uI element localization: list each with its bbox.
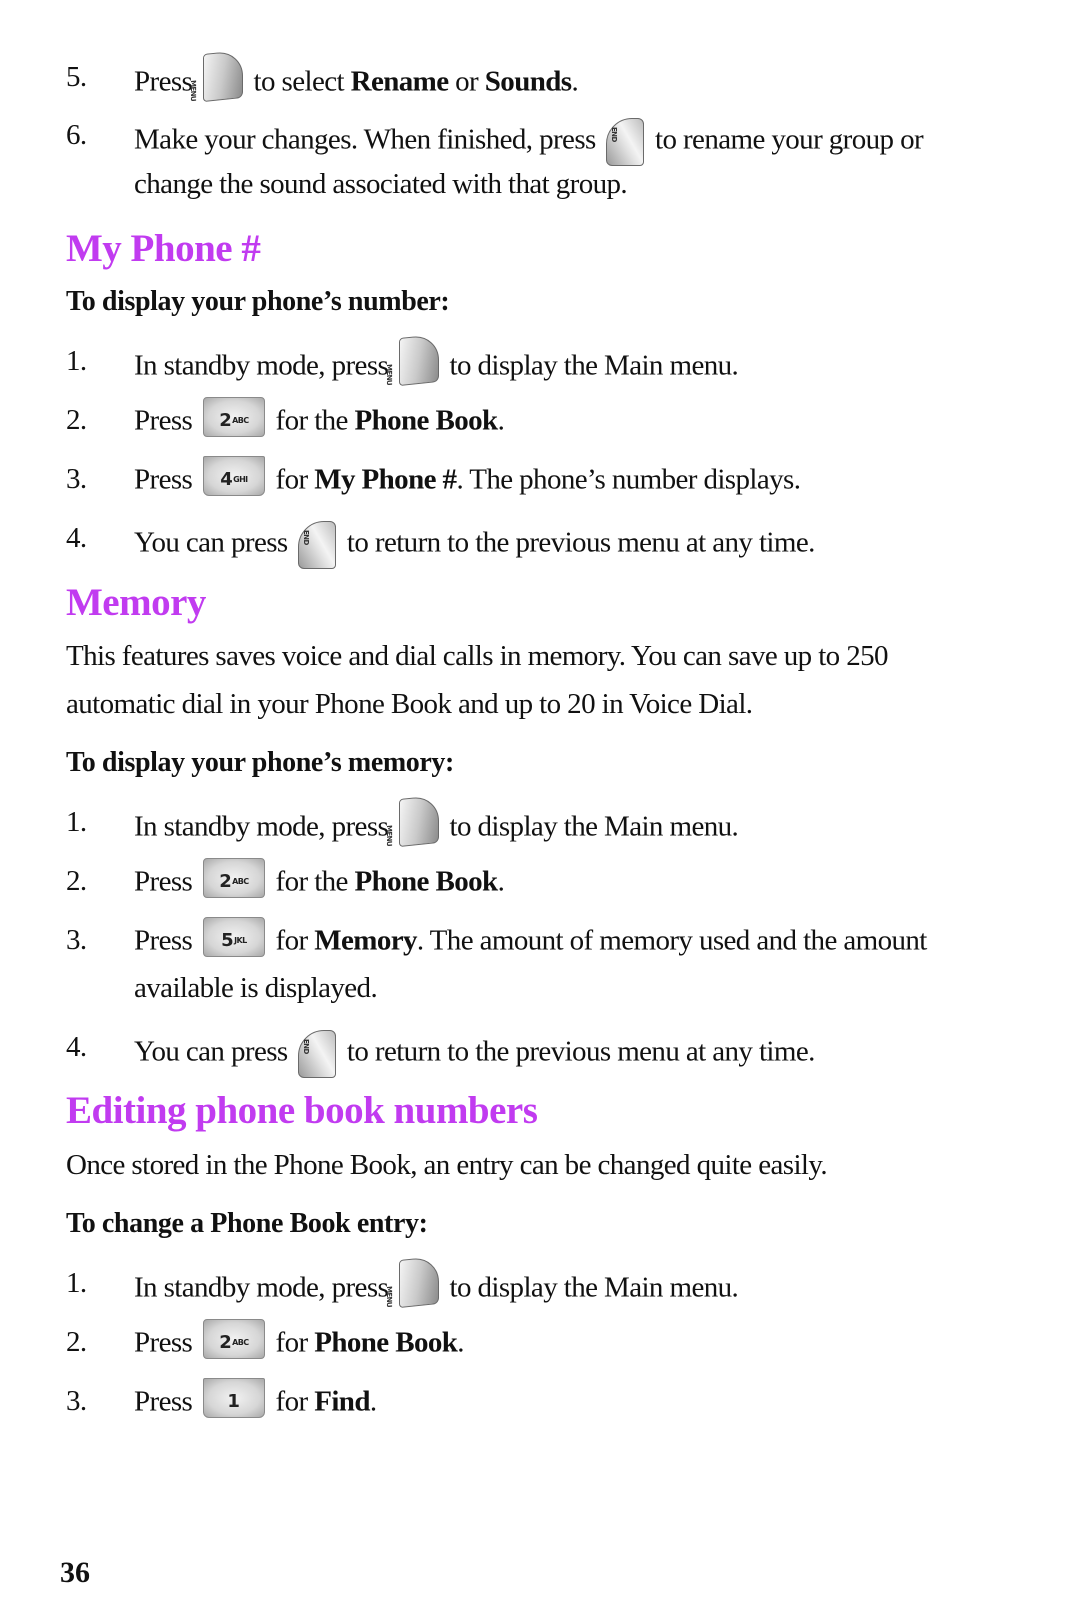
step-text: for the bbox=[268, 404, 355, 437]
step-text: In standby mode, press bbox=[134, 349, 395, 382]
step-text: to display the Main menu. bbox=[442, 810, 739, 843]
option-sounds: Sounds bbox=[484, 65, 572, 98]
step-number: 2. bbox=[66, 865, 87, 897]
key-2-icon: 2ABC bbox=[202, 397, 265, 437]
step-text: for the bbox=[268, 865, 355, 898]
step-text: change the sound associated with that gr… bbox=[134, 168, 628, 200]
step-text: to rename your group or bbox=[648, 123, 924, 156]
key-digit: 1 bbox=[227, 1391, 240, 1412]
menu-name: Phone Book bbox=[354, 865, 498, 898]
end-key-icon bbox=[298, 521, 337, 569]
step-text: In standby mode, press bbox=[134, 1271, 395, 1304]
step-text: In standby mode, press bbox=[134, 810, 395, 843]
step-number: 5. bbox=[66, 61, 87, 93]
menu-name: Phone Book bbox=[354, 404, 498, 437]
subheading-change-entry: To change a Phone Book entry: bbox=[66, 1208, 428, 1239]
step-text: Press bbox=[134, 463, 199, 496]
key-1-icon: 1 bbox=[202, 1378, 265, 1418]
step-text: Press bbox=[134, 865, 199, 898]
subheading-display-number: To display your phone’s number: bbox=[66, 286, 450, 317]
step-text: . bbox=[457, 1326, 464, 1359]
step-number: 1. bbox=[66, 806, 87, 838]
key-letters: JKL bbox=[234, 936, 247, 945]
paragraph-text: Once stored in the Phone Book, an entry … bbox=[66, 1149, 828, 1181]
key-digit: 4 bbox=[220, 469, 233, 490]
menu-name: Find bbox=[314, 1385, 370, 1418]
step-text: to return to the previous menu at any ti… bbox=[340, 526, 815, 559]
page-number: 36 bbox=[60, 1556, 90, 1589]
step-number: 1. bbox=[66, 1267, 87, 1299]
step-number: 3. bbox=[66, 463, 87, 495]
step-number: 2. bbox=[66, 404, 87, 436]
step-text: Press bbox=[134, 924, 199, 957]
step-text: to display the Main menu. bbox=[442, 1271, 739, 1304]
subheading-display-memory: To display your phone’s memory: bbox=[66, 747, 454, 778]
step-text: for bbox=[268, 463, 315, 496]
menu-name: My Phone # bbox=[314, 463, 457, 496]
step-text: . bbox=[369, 1385, 377, 1418]
end-key-icon bbox=[606, 118, 645, 166]
step-text: . The phone’s number displays. bbox=[456, 463, 801, 496]
step-number: 4. bbox=[66, 1031, 87, 1063]
step-number: 3. bbox=[66, 924, 87, 956]
key-digit: 2 bbox=[219, 871, 232, 892]
end-key-icon bbox=[298, 1030, 337, 1078]
key-digit: 2 bbox=[219, 410, 232, 431]
step-text: to select bbox=[246, 65, 351, 98]
menu-name: Memory bbox=[314, 924, 417, 957]
step-text: Make your changes. When finished, press bbox=[134, 123, 603, 156]
menu-key-icon bbox=[398, 333, 439, 387]
menu-key-icon bbox=[202, 49, 243, 103]
key-letters: ABC bbox=[232, 877, 249, 886]
option-rename: Rename bbox=[350, 65, 449, 98]
step-number: 4. bbox=[66, 522, 87, 554]
step-number: 1. bbox=[66, 345, 87, 377]
step-number: 3. bbox=[66, 1385, 87, 1417]
step-text: Press bbox=[134, 1326, 199, 1359]
key-2-icon: 2ABC bbox=[202, 1319, 265, 1359]
step-text: to display the Main menu. bbox=[442, 349, 739, 382]
key-4-icon: 4GHI bbox=[202, 456, 265, 496]
step-text: for bbox=[268, 1385, 315, 1418]
step-text: . bbox=[497, 865, 505, 898]
step-text: You can press bbox=[134, 526, 295, 559]
key-letters: ABC bbox=[232, 1338, 249, 1347]
step-text: Press bbox=[134, 1385, 199, 1418]
key-2-icon: 2ABC bbox=[202, 858, 265, 898]
step-text: . bbox=[571, 65, 579, 98]
step-number: 6. bbox=[66, 119, 87, 151]
menu-key-icon bbox=[398, 794, 439, 848]
step-text: available is displayed. bbox=[134, 972, 378, 1004]
section-title-memory: Memory bbox=[66, 581, 206, 624]
step-text: . The amount of memory used and the amou… bbox=[416, 924, 927, 957]
menu-name: Phone Book bbox=[314, 1326, 458, 1359]
step-number: 2. bbox=[66, 1326, 87, 1358]
step-text: Press bbox=[134, 404, 199, 437]
key-5-icon: 5JKL bbox=[202, 917, 265, 957]
step-text: for bbox=[268, 924, 315, 957]
step-text: for bbox=[268, 1326, 315, 1359]
section-title-my-phone: My Phone # bbox=[66, 227, 261, 270]
section-title-editing: Editing phone book numbers bbox=[66, 1089, 538, 1132]
key-digit: 5 bbox=[221, 930, 234, 951]
step-text: You can press bbox=[134, 1035, 295, 1068]
step-text: or bbox=[448, 65, 485, 98]
menu-key-icon bbox=[398, 1255, 439, 1309]
paragraph-text: This features saves voice and dial calls… bbox=[66, 640, 889, 672]
key-digit: 2 bbox=[219, 1332, 232, 1353]
paragraph-text: automatic dial in your Phone Book and up… bbox=[66, 688, 753, 720]
key-letters: GHI bbox=[233, 475, 248, 484]
key-letters: ABC bbox=[232, 416, 249, 425]
step-text: . bbox=[497, 404, 505, 437]
step-text: to return to the previous menu at any ti… bbox=[340, 1035, 815, 1068]
